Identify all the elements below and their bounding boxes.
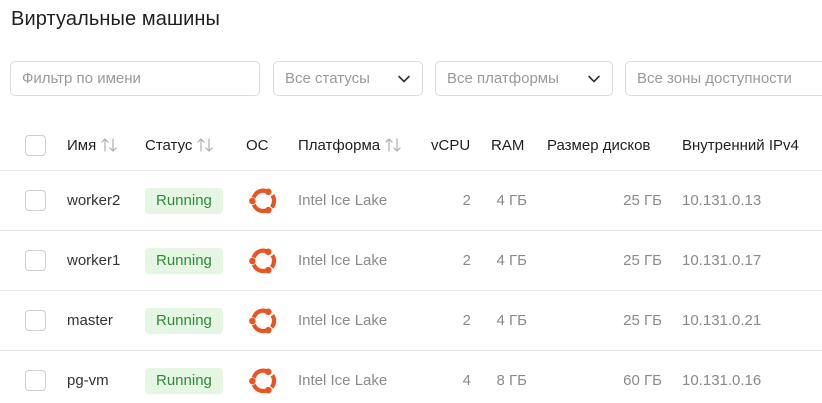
- status-badge: Running: [145, 187, 223, 214]
- sort-icon: [197, 138, 214, 152]
- vm-ipv4: 10.131.0.21: [682, 312, 762, 329]
- sort-icon: [101, 138, 117, 152]
- status-badge: Running: [145, 307, 223, 334]
- vm-name[interactable]: pg-vm: [67, 351, 109, 403]
- ubuntu-icon: [249, 368, 277, 393]
- table-body: worker2 Running Intel Ice Lake 2 4 ГБ 25…: [0, 171, 822, 403]
- ubuntu-icon: [249, 248, 277, 273]
- row-checkbox[interactable]: [25, 310, 46, 331]
- table-row[interactable]: master Running Intel Ice Lake 2 4 ГБ 25 …: [0, 291, 822, 351]
- column-header-name[interactable]: Имя: [67, 120, 118, 170]
- platform-filter-select[interactable]: Все платформы: [435, 61, 613, 96]
- vm-ipv4: 10.131.0.13: [682, 192, 762, 209]
- vm-vcpu: 2: [462, 192, 471, 209]
- status-filter-value: Все статусы: [285, 70, 370, 87]
- table-header: Имя Статус ОС Платформа vCPU RAM Размер …: [0, 120, 822, 171]
- vm-vcpu: 2: [462, 252, 471, 269]
- status-filter-select[interactable]: Все статусы: [273, 61, 423, 96]
- vm-ipv4: 10.131.0.17: [682, 252, 762, 269]
- vm-ipv4: 10.131.0.16: [682, 372, 762, 389]
- column-header-platform[interactable]: Платформа: [298, 120, 402, 170]
- column-header-os: ОС: [246, 136, 269, 154]
- column-header-ram: RAM: [491, 136, 525, 154]
- zone-filter-value: Все зоны доступности: [637, 70, 792, 87]
- vm-name[interactable]: master: [67, 291, 113, 350]
- vm-name[interactable]: worker1: [67, 231, 120, 290]
- vm-platform: Intel Ice Lake: [298, 192, 388, 209]
- row-checkbox[interactable]: [25, 250, 46, 271]
- vm-ram: 4 ГБ: [496, 192, 527, 209]
- vm-disk: 25 ГБ: [623, 252, 662, 269]
- column-header-disk: Размер дисков: [547, 136, 651, 154]
- ubuntu-icon: [249, 308, 277, 333]
- vm-disk: 25 ГБ: [623, 312, 662, 329]
- page-title: Виртуальные машины: [11, 8, 220, 30]
- vm-platform: Intel Ice Lake: [298, 312, 388, 329]
- chevron-down-icon: [398, 75, 410, 83]
- ubuntu-icon: [249, 188, 277, 213]
- status-badge: Running: [145, 247, 223, 274]
- vm-table: Имя Статус ОС Платформа vCPU RAM Размер …: [0, 120, 822, 403]
- column-header-status[interactable]: Статус: [145, 120, 214, 170]
- vm-disk: 60 ГБ: [623, 372, 662, 389]
- row-checkbox[interactable]: [25, 370, 46, 391]
- vm-platform: Intel Ice Lake: [298, 372, 388, 389]
- sort-icon: [385, 138, 401, 152]
- filter-bar: Все статусы Все платформы Все зоны досту…: [10, 61, 822, 96]
- vm-ram: 4 ГБ: [496, 252, 527, 269]
- status-badge: Running: [145, 367, 223, 394]
- vm-vcpu: 2: [462, 312, 471, 329]
- vm-ram: 8 ГБ: [496, 372, 527, 389]
- column-header-vcpu: vCPU: [431, 136, 471, 154]
- select-all-checkbox[interactable]: [25, 134, 46, 156]
- table-row[interactable]: worker2 Running Intel Ice Lake 2 4 ГБ 25…: [0, 171, 822, 231]
- name-filter-input[interactable]: [10, 61, 260, 96]
- table-row[interactable]: worker1 Running Intel Ice Lake 2 4 ГБ 25…: [0, 231, 822, 291]
- chevron-down-icon: [588, 75, 600, 83]
- vm-name[interactable]: worker2: [67, 171, 120, 230]
- vm-vcpu: 4: [462, 372, 471, 389]
- zone-filter-select[interactable]: Все зоны доступности: [625, 61, 822, 96]
- vm-disk: 25 ГБ: [623, 192, 662, 209]
- platform-filter-value: Все платформы: [447, 70, 559, 87]
- column-header-ip: Внутренний IPv4: [682, 136, 799, 154]
- table-row[interactable]: pg-vm Running Intel Ice Lake 4 8 ГБ 60 Г…: [0, 351, 822, 403]
- vm-ram: 4 ГБ: [496, 312, 527, 329]
- vm-platform: Intel Ice Lake: [298, 252, 388, 269]
- row-checkbox[interactable]: [25, 190, 46, 211]
